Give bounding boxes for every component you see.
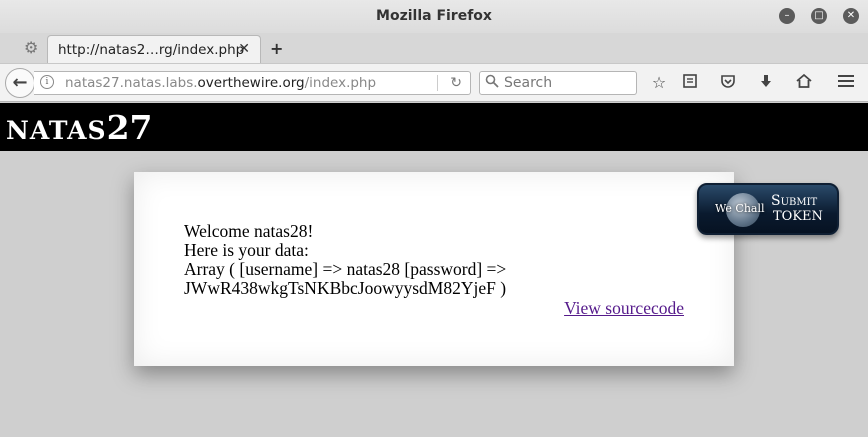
tab-natas[interactable]: http://natas2…rg/index.php ✕ [47,35,261,64]
gear-icon[interactable]: ⚙ [24,40,40,56]
search-placeholder: Search [504,75,553,91]
window-title: Mozilla Firefox [376,8,492,24]
view-sourcecode-link[interactable]: View sourcecode [564,298,684,319]
logo-number: 27 [106,108,153,147]
welcome-line: Welcome natas28! [184,221,314,241]
close-window-button[interactable]: ✕ [843,8,859,24]
bookmark-star-icon[interactable]: ☆ [649,73,669,93]
wechall-brand: We Chall [715,202,765,215]
new-tab-button[interactable]: + [270,39,283,58]
url-domain: overthewire.org [197,75,305,91]
navigation-toolbar: ← i natas27.natas.labs.overthewire.org/i… [0,63,868,102]
password-line: JWwR438wkgTsNKBbcJoowyysdM82YjeF ) [184,278,507,298]
logo-prefix: NATAS [6,116,107,145]
home-icon[interactable] [794,73,814,93]
tab-title: http://natas2…rg/index.php [58,42,245,58]
site-header: NATAS27 [0,103,868,151]
url-bar[interactable]: i natas27.natas.labs.overthewire.org/ind… [34,71,471,95]
page-viewport: NATAS27 Welcome natas28! Here is your da… [0,103,868,437]
site-info-icon[interactable]: i [40,75,54,89]
download-icon[interactable] [756,73,776,93]
tab-close-icon[interactable]: ✕ [238,41,250,57]
window-titlebar: Mozilla Firefox – □ ✕ [0,0,868,33]
submit-label: Submit [771,193,817,209]
minimize-button[interactable]: – [779,8,795,24]
array-line: Array ( [username] => natas28 [password]… [184,259,507,279]
search-input[interactable]: Search [479,71,637,95]
url-text[interactable]: natas27.natas.labs.overthewire.org/index… [65,75,376,91]
tab-strip: ⚙ http://natas2…rg/index.php ✕ + [0,33,868,64]
result-text: Welcome natas28! Here is your data: Arra… [184,222,684,298]
url-prefix: natas27.natas.labs. [65,75,198,91]
back-button[interactable]: ← [5,68,35,98]
reload-icon[interactable]: ↻ [450,75,462,91]
url-suffix: /index.php [304,75,377,91]
data-intro-line: Here is your data: [184,240,309,260]
content-panel: Welcome natas28! Here is your data: Arra… [134,172,734,366]
search-icon [485,74,499,92]
token-label: TOKEN [773,209,823,224]
submit-label-text: Submit [771,193,818,209]
reading-list-icon[interactable] [680,73,700,93]
maximize-button[interactable]: □ [811,8,827,24]
pocket-icon[interactable] [718,73,738,93]
site-logo: NATAS27 [6,108,153,147]
submit-token-button[interactable]: We Chall Submit TOKEN [697,183,839,235]
url-separator [437,75,438,91]
menu-icon[interactable] [836,73,856,93]
